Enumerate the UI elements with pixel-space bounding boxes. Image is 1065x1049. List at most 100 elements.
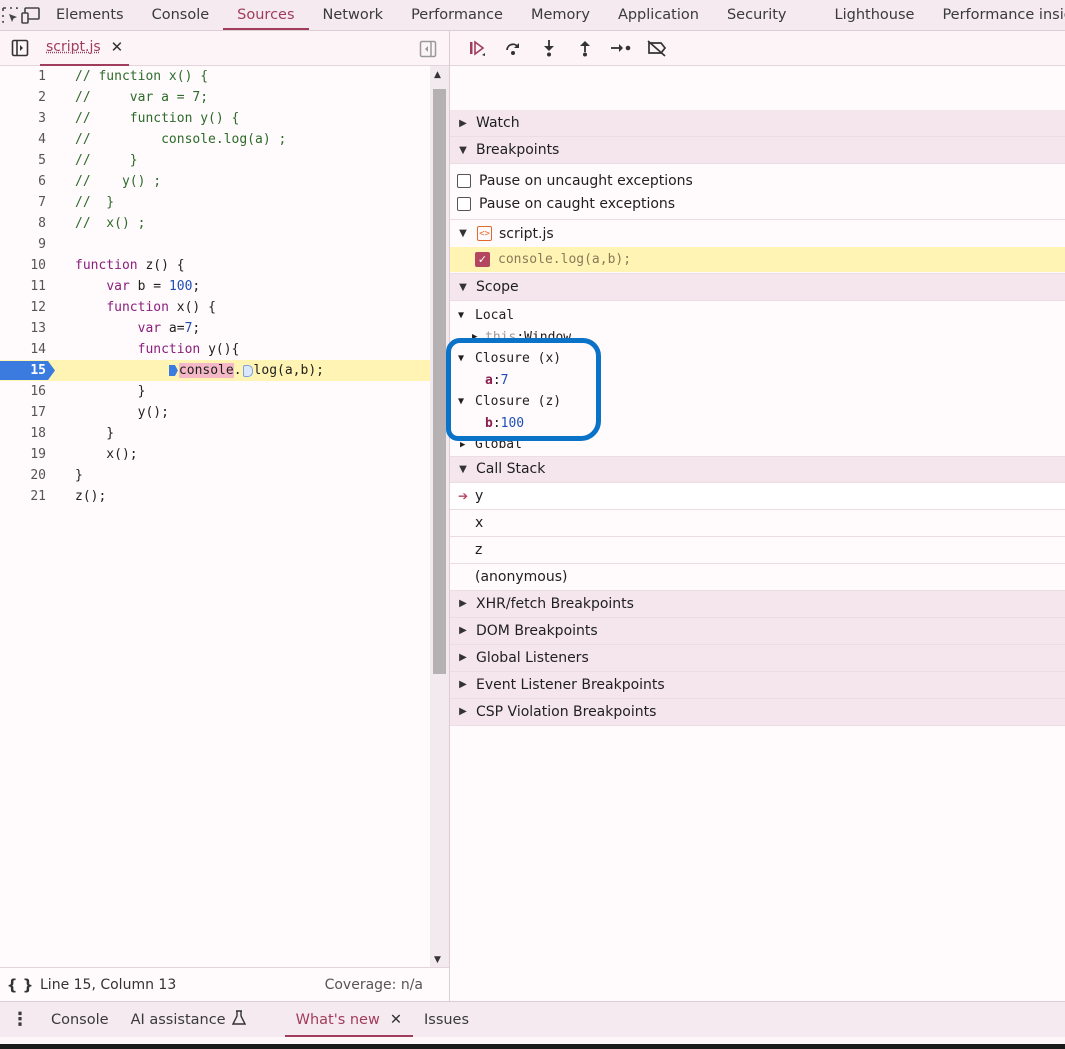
drawer-tab-ai-assistance[interactable]: AI assistance [120, 1002, 257, 1037]
csp-violation-breakpoints-header[interactable]: ▶ CSP Violation Breakpoints [450, 698, 1065, 726]
inline-breakpoint-candidate-icon[interactable] [242, 364, 253, 377]
expand-arrow-icon: ▶ [459, 652, 467, 663]
watch-section-header[interactable]: ▶ Watch [450, 110, 1065, 137]
line-number[interactable]: 13 [0, 321, 52, 336]
scope-section-header[interactable]: ▼ Scope [450, 274, 1065, 301]
scope-var-a[interactable]: a: 7 [450, 370, 1065, 392]
cursor-position: Line 15, Column 13 [40, 976, 177, 993]
breakpoint-entry[interactable]: ✓ console.log(a,b); [450, 247, 1065, 272]
line-number[interactable]: 12 [0, 300, 52, 315]
tab-security[interactable]: Security [713, 0, 801, 30]
drawer-tab-console[interactable]: Console [40, 1002, 120, 1037]
line-number[interactable]: 1 [0, 69, 52, 84]
inline-breakpoint-icon[interactable] [168, 365, 178, 376]
scope-this[interactable]: ▶ this: Window [450, 327, 1065, 349]
pause-caught-option[interactable]: Pause on caught exceptions [450, 192, 1065, 215]
line-number[interactable]: 7 [0, 195, 52, 210]
scope-var-b[interactable]: b: 100 [450, 413, 1065, 435]
pretty-print-icon[interactable]: { } [0, 976, 40, 994]
breakpoint-file-group[interactable]: ▼ <> script.js [450, 219, 1065, 247]
callstack-frame[interactable]: x [450, 510, 1065, 537]
callstack-section-header[interactable]: ▼ Call Stack [450, 455, 1065, 483]
drawer-tab-issues[interactable]: Issues [413, 1002, 480, 1037]
line-number[interactable]: 18 [0, 426, 52, 441]
scope-global-label: Global [475, 437, 522, 453]
code-line: 4 // console.log(a) ; [0, 129, 430, 150]
step-over-button[interactable] [496, 33, 530, 63]
device-toolbar-icon[interactable] [20, 0, 42, 30]
dom-breakpoints-header[interactable]: ▶ DOM Breakpoints [450, 617, 1065, 645]
pause-uncaught-label: Pause on uncaught exceptions [479, 172, 693, 189]
line-number[interactable]: 4 [0, 132, 52, 147]
collapse-arrow-icon: ▼ [459, 228, 467, 239]
scope-closure-x[interactable]: ▼ Closure (x) [450, 348, 1065, 370]
line-number[interactable]: 8 [0, 216, 52, 231]
tab-performance-insights[interactable]: Performance insights [928, 0, 1065, 30]
drawer-tab-whats-new-label: What's new [295, 1011, 380, 1028]
scope-global[interactable]: ▶ Global [450, 434, 1065, 456]
toggle-debugger-sidebar-icon[interactable] [419, 40, 437, 62]
line-text: // y() ; [75, 174, 162, 189]
line-number[interactable]: 10 [0, 258, 52, 273]
scrollbar-thumb[interactable] [433, 89, 446, 674]
toggle-navigator-icon[interactable] [0, 31, 40, 66]
line-number[interactable]: 14 [0, 342, 52, 357]
resume-button[interactable] [460, 33, 494, 63]
scroll-down-icon[interactable]: ▼ [434, 955, 441, 965]
sources-editor-pane: script.js ✕ 1 // function x() { 2 // var a… [0, 31, 450, 1001]
drawer-tab-whats-new[interactable]: What's new ✕ [284, 1002, 414, 1037]
inspect-element-icon[interactable] [0, 0, 20, 30]
xhr-breakpoints-header[interactable]: ▶ XHR/fetch Breakpoints [450, 590, 1065, 618]
scope-tree: ▼ Local ▶ this: Window ▼ Closure (x) a: … [450, 301, 1065, 456]
deactivate-breakpoints-button[interactable] [640, 33, 674, 63]
pause-uncaught-checkbox[interactable] [457, 173, 471, 188]
line-text: var a=7; [137, 321, 201, 336]
close-icon[interactable]: ✕ [390, 1012, 402, 1028]
scope-closure-z[interactable]: ▼ Closure (z) [450, 391, 1065, 413]
line-number[interactable]: 6 [0, 174, 52, 189]
line-number[interactable]: 15 [0, 363, 52, 378]
tab-lighthouse[interactable]: Lighthouse [801, 0, 929, 30]
file-tab-script[interactable]: script.js ✕ [40, 31, 130, 66]
window-bottom-edge [0, 1044, 1065, 1049]
more-options-icon[interactable]: ⋮ [0, 1002, 40, 1037]
line-number[interactable]: 11 [0, 279, 52, 294]
tab-sources[interactable]: Sources [223, 0, 309, 30]
line-number[interactable]: 2 [0, 90, 52, 105]
tab-console[interactable]: Console [138, 0, 224, 30]
code-line: 18 } [0, 423, 430, 444]
pause-caught-checkbox[interactable] [457, 196, 471, 211]
editor-scrollbar[interactable]: ▲ ▼ [430, 66, 449, 967]
tab-memory[interactable]: Memory [517, 0, 604, 30]
callstack-frame[interactable]: (anonymous) [450, 564, 1065, 591]
coverage-status[interactable]: Coverage: n/a [325, 977, 423, 993]
line-number[interactable]: 19 [0, 447, 52, 462]
scroll-up-icon[interactable]: ▲ [434, 70, 441, 80]
line-number[interactable]: 5 [0, 153, 52, 168]
callstack-frame[interactable]: ➔ y [450, 482, 1065, 510]
global-listeners-header[interactable]: ▶ Global Listeners [450, 644, 1065, 672]
line-number[interactable]: 21 [0, 489, 52, 504]
line-number[interactable]: 3 [0, 111, 52, 126]
event-listener-breakpoints-header[interactable]: ▶ Event Listener Breakpoints [450, 671, 1065, 699]
scope-local[interactable]: ▼ Local [450, 305, 1065, 327]
step-into-button[interactable] [532, 33, 566, 63]
callstack-frame[interactable]: z [450, 537, 1065, 564]
collapse-arrow-icon: ▼ [459, 144, 467, 156]
line-number[interactable]: 17 [0, 405, 52, 420]
breakpoints-section-header[interactable]: ▼ Breakpoints [450, 137, 1065, 164]
tab-network[interactable]: Network [309, 0, 398, 30]
breakpoint-enabled-checkbox[interactable]: ✓ [475, 252, 490, 267]
line-number[interactable]: 20 [0, 468, 52, 483]
pause-uncaught-option[interactable]: Pause on uncaught exceptions [450, 169, 1065, 192]
code-editor[interactable]: 1 // function x() { 2 // var a = 7; 3 // fu… [0, 66, 430, 967]
step-button[interactable] [604, 33, 638, 63]
var-a-value: 7 [500, 372, 509, 388]
tab-application[interactable]: Application [604, 0, 713, 30]
tab-elements[interactable]: Elements [42, 0, 138, 30]
close-icon[interactable]: ✕ [111, 38, 124, 56]
line-number[interactable]: 16 [0, 384, 52, 399]
line-number[interactable]: 9 [0, 237, 52, 252]
tab-performance[interactable]: Performance [397, 0, 517, 30]
step-out-button[interactable] [568, 33, 602, 63]
